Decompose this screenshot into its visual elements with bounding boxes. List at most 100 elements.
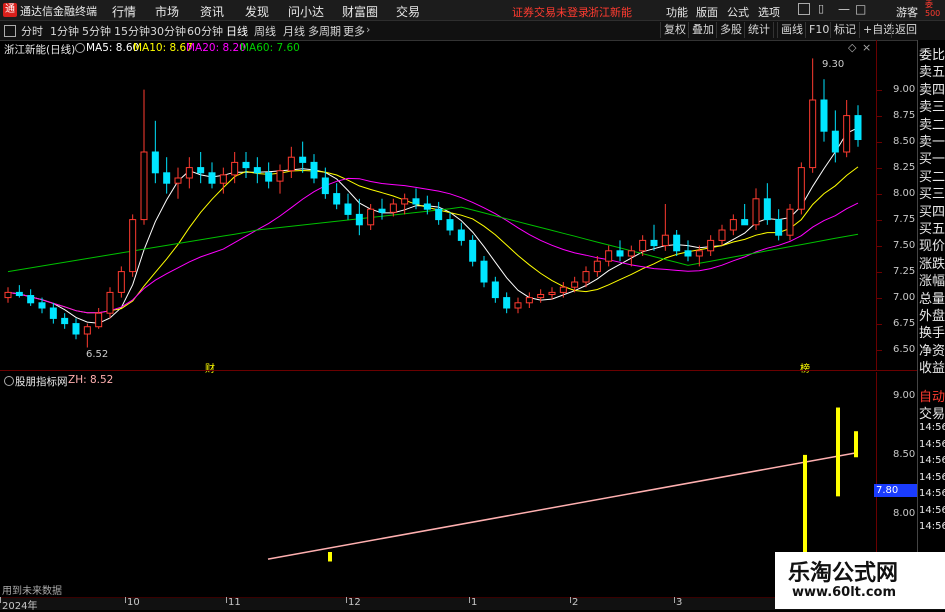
candle-body[interactable]	[548, 291, 556, 295]
indicator-tick[interactable]: 8.00	[893, 508, 915, 519]
candle-body[interactable]	[174, 177, 182, 184]
price-tick[interactable]: 8.00	[893, 188, 915, 199]
candle-body[interactable]	[809, 99, 817, 169]
price-tick[interactable]: 7.00	[893, 292, 915, 303]
tool-overlay[interactable]: 叠加	[688, 22, 717, 38]
candle-body[interactable]	[15, 291, 23, 297]
indicator-tick[interactable]: 9.00	[893, 390, 915, 401]
candle-body[interactable]	[684, 250, 692, 257]
candle-body[interactable]	[503, 297, 511, 309]
candle-body[interactable]	[287, 156, 295, 172]
date-tick[interactable]: 2024年	[2, 597, 37, 612]
tool-back[interactable]: 返回	[891, 22, 920, 38]
candle-body[interactable]	[344, 203, 352, 215]
candle-body[interactable]	[457, 229, 465, 241]
side-trade-time[interactable]: 14:56	[919, 439, 945, 450]
candle-body[interactable]	[469, 239, 477, 262]
candle-body[interactable]	[831, 130, 839, 153]
date-tick[interactable]: 11	[228, 597, 241, 608]
side-panel-item[interactable]: 卖二	[919, 114, 945, 133]
price-tick[interactable]: 7.25	[893, 266, 915, 277]
candle-body[interactable]	[412, 198, 420, 205]
candle-body[interactable]	[843, 115, 851, 153]
tool-f10[interactable]: F10	[805, 22, 832, 38]
candle-body[interactable]	[265, 172, 273, 182]
candle-body[interactable]	[95, 312, 103, 328]
period-tab-monthly[interactable]: 月线	[283, 23, 305, 39]
menu-function[interactable]: 功能	[666, 4, 688, 20]
candle-body[interactable]	[616, 250, 624, 257]
candle-body[interactable]	[763, 198, 771, 221]
candle-body[interactable]	[129, 219, 137, 273]
candle-body[interactable]	[661, 234, 669, 247]
candle-body[interactable]	[4, 291, 12, 299]
side-panel-item[interactable]: 总量	[919, 288, 945, 307]
candle-body[interactable]	[491, 281, 499, 299]
side-panel-item[interactable]: 净资	[919, 340, 945, 359]
legend-settings-icon[interactable]	[75, 43, 85, 53]
candle-body[interactable]	[537, 293, 545, 299]
period-tab-60min[interactable]: 60分钟	[187, 23, 223, 39]
candle-body[interactable]	[605, 250, 613, 262]
menu-formula[interactable]: 公式	[727, 4, 749, 20]
side-panel-lower-item[interactable]: 交易	[919, 403, 945, 422]
candle-body[interactable]	[797, 167, 805, 210]
period-tab-more[interactable]: 更多	[343, 23, 365, 39]
candle-body[interactable]	[321, 177, 329, 195]
candle-body[interactable]	[752, 198, 760, 226]
menu-layout[interactable]: 版面	[696, 4, 718, 20]
side-panel-item[interactable]: 委比	[919, 44, 945, 63]
more-chevron-icon[interactable]: ›	[366, 23, 370, 36]
side-panel-item[interactable]: 卖一	[919, 131, 945, 150]
bell-icon[interactable]: ▯	[818, 2, 824, 15]
candle-body[interactable]	[593, 260, 601, 273]
candle-body[interactable]	[741, 219, 749, 226]
period-tab-daily[interactable]: 日线	[226, 23, 248, 39]
indicator-settings-icon[interactable]	[4, 376, 14, 386]
candle-body[interactable]	[38, 302, 46, 309]
candle-body[interactable]	[27, 295, 35, 304]
candle-body[interactable]	[639, 239, 647, 252]
candle-body[interactable]	[378, 208, 386, 213]
candle-body[interactable]	[627, 250, 635, 257]
side-panel-item[interactable]: 买三	[919, 183, 945, 202]
side-trade-time[interactable]: 14:56	[919, 455, 945, 466]
candle-body[interactable]	[231, 161, 239, 176]
tool-adjust[interactable]: 复权	[660, 22, 689, 38]
user-label[interactable]: 游客	[896, 4, 918, 20]
period-tab-1min[interactable]: 1分钟	[50, 23, 79, 39]
tool-multi-stock[interactable]: 多股	[716, 22, 745, 38]
side-panel-item[interactable]: 买五	[919, 218, 945, 237]
chart-close-icon[interactable]: ×	[862, 41, 871, 54]
sidebar-toggle-icon[interactable]	[4, 25, 16, 37]
candle-body[interactable]	[446, 219, 454, 231]
date-tick[interactable]: 3	[676, 597, 682, 608]
candle-body[interactable]	[718, 229, 726, 241]
price-tick[interactable]: 8.75	[893, 110, 915, 121]
menu-ask[interactable]: 问小达	[288, 3, 324, 20]
candle-body[interactable]	[208, 172, 216, 184]
candle-body[interactable]	[401, 198, 409, 205]
side-panel-item[interactable]: 卖三	[919, 96, 945, 115]
price-tick[interactable]: 7.50	[893, 240, 915, 251]
candle-body[interactable]	[117, 271, 125, 293]
maximize-icon[interactable]: □	[855, 2, 866, 16]
period-tab-multi[interactable]: 多周期	[308, 23, 341, 39]
price-tick[interactable]: 6.50	[893, 344, 915, 355]
candle-body[interactable]	[423, 203, 431, 210]
layout-icon[interactable]	[798, 3, 810, 15]
candle-body[interactable]	[83, 326, 91, 335]
candle-body[interactable]	[299, 156, 307, 163]
candle-body[interactable]	[197, 167, 205, 174]
candle-body[interactable]	[389, 203, 397, 213]
candle-body[interactable]	[367, 208, 375, 226]
tool-stats[interactable]: 统计	[744, 22, 773, 38]
menu-discover[interactable]: 发现	[245, 3, 269, 20]
side-trade-time[interactable]: 14:56	[919, 505, 945, 516]
menu-community[interactable]: 财富圈	[342, 3, 378, 20]
candle-body[interactable]	[253, 167, 261, 174]
side-trade-time[interactable]: 14:56	[919, 488, 945, 499]
candle-body[interactable]	[525, 297, 533, 304]
candle-body[interactable]	[219, 174, 227, 184]
candle-body[interactable]	[61, 317, 69, 325]
